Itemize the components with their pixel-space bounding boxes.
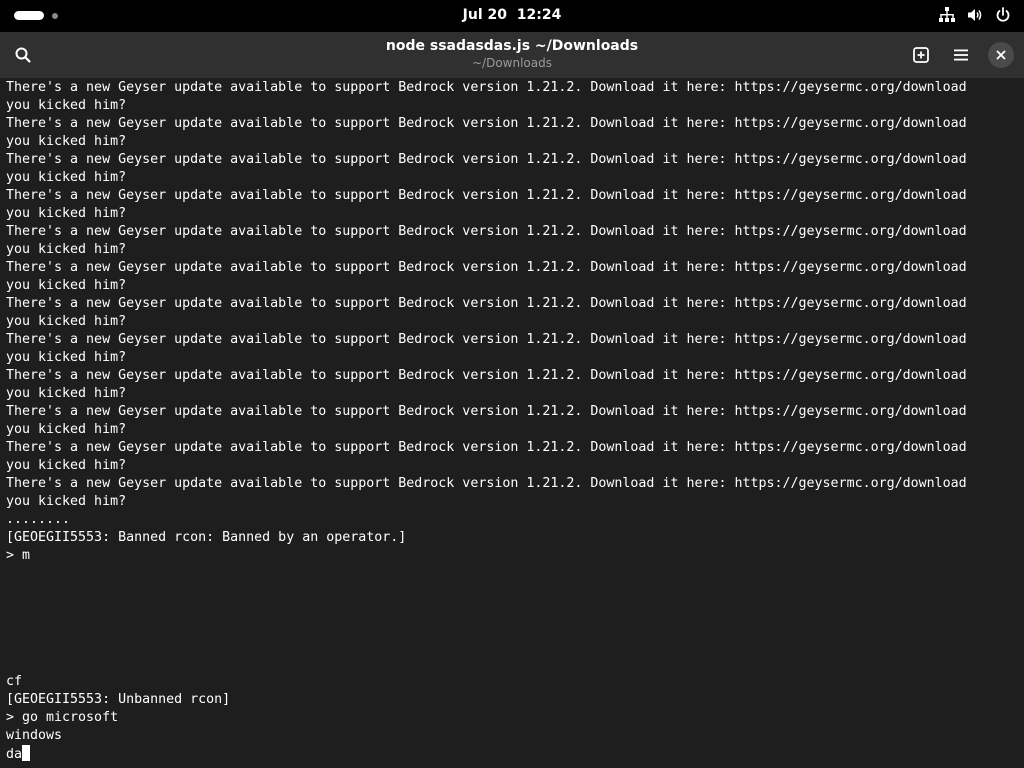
terminal-line: cf	[6, 674, 23, 689]
clock-date[interactable]: Jul 20	[463, 7, 507, 23]
workspace-active-indicator[interactable]	[14, 11, 44, 20]
terminal-line: There's a new Geyser update available to…	[6, 116, 967, 131]
terminal-line: ........	[6, 512, 71, 527]
close-icon	[996, 50, 1006, 60]
text-cursor	[22, 745, 31, 761]
system-tray[interactable]	[938, 6, 1012, 24]
window-title-block: node ssadasdas.js ~/Downloads ~/Download…	[200, 37, 824, 71]
terminal-line: There's a new Geyser update available to…	[6, 224, 967, 239]
terminal-line: you kicked him?	[6, 494, 127, 509]
terminal-line: you kicked him?	[6, 350, 127, 365]
main-menu-button[interactable]	[946, 40, 976, 70]
terminal-line: > m	[6, 548, 31, 563]
terminal-line: > go microsoft	[6, 710, 119, 725]
terminal-line: There's a new Geyser update available to…	[6, 440, 967, 455]
network-icon[interactable]	[938, 6, 956, 24]
terminal-line: There's a new Geyser update available to…	[6, 296, 967, 311]
terminal-line: you kicked him?	[6, 170, 127, 185]
terminal-line: There's a new Geyser update available to…	[6, 188, 967, 203]
clock-time[interactable]: 12:24	[517, 7, 562, 23]
close-button-circle[interactable]	[988, 42, 1014, 68]
terminal-lines: There's a new Geyser update available to…	[6, 79, 967, 763]
new-tab-button[interactable]	[906, 40, 936, 70]
terminal-input-line[interactable]: da	[6, 745, 967, 763]
activities-indicator[interactable]	[14, 11, 58, 20]
terminal-line: you kicked him?	[6, 422, 127, 437]
terminal-line: you kicked him?	[6, 98, 127, 113]
terminal-line: There's a new Geyser update available to…	[6, 404, 967, 419]
search-icon	[15, 47, 31, 63]
terminal-line: There's a new Geyser update available to…	[6, 80, 967, 95]
terminal-line: you kicked him?	[6, 242, 127, 257]
terminal-line: you kicked him?	[6, 278, 127, 293]
window-title: node ssadasdas.js ~/Downloads	[385, 38, 639, 54]
terminal-line: you kicked him?	[6, 314, 127, 329]
clock: Jul 20 12:24	[0, 7, 1024, 23]
terminal-line: There's a new Geyser update available to…	[6, 368, 967, 383]
terminal-line: [GEOEGII5553: Banned rcon: Banned by an …	[6, 530, 407, 545]
terminal-line: you kicked him?	[6, 458, 127, 473]
search-button[interactable]	[8, 40, 38, 70]
terminal-header-bar: node ssadasdas.js ~/Downloads ~/Download…	[0, 32, 1024, 78]
terminal-line: There's a new Geyser update available to…	[6, 332, 967, 347]
terminal-line: There's a new Geyser update available to…	[6, 152, 967, 167]
terminal-line: windows	[6, 728, 63, 743]
top-bar: Jul 20 12:24	[0, 0, 1024, 32]
volume-icon[interactable]	[966, 6, 984, 24]
new-tab-icon	[913, 47, 929, 63]
terminal-line: you kicked him?	[6, 134, 127, 149]
terminal-line: [GEOEGII5553: Unbanned rcon]	[6, 692, 231, 707]
hamburger-menu-icon	[954, 49, 968, 61]
window-subtitle: ~/Downloads	[472, 56, 552, 70]
terminal-output[interactable]: There's a new Geyser update available to…	[0, 78, 1024, 768]
terminal-line: There's a new Geyser update available to…	[6, 260, 967, 275]
terminal-line: you kicked him?	[6, 206, 127, 221]
terminal-input-text: da	[6, 747, 23, 762]
terminal-line: you kicked him?	[6, 386, 127, 401]
power-icon[interactable]	[994, 6, 1012, 24]
close-window-button[interactable]	[986, 40, 1016, 70]
workspace-indicator[interactable]	[52, 12, 58, 19]
terminal-line: There's a new Geyser update available to…	[6, 476, 967, 491]
